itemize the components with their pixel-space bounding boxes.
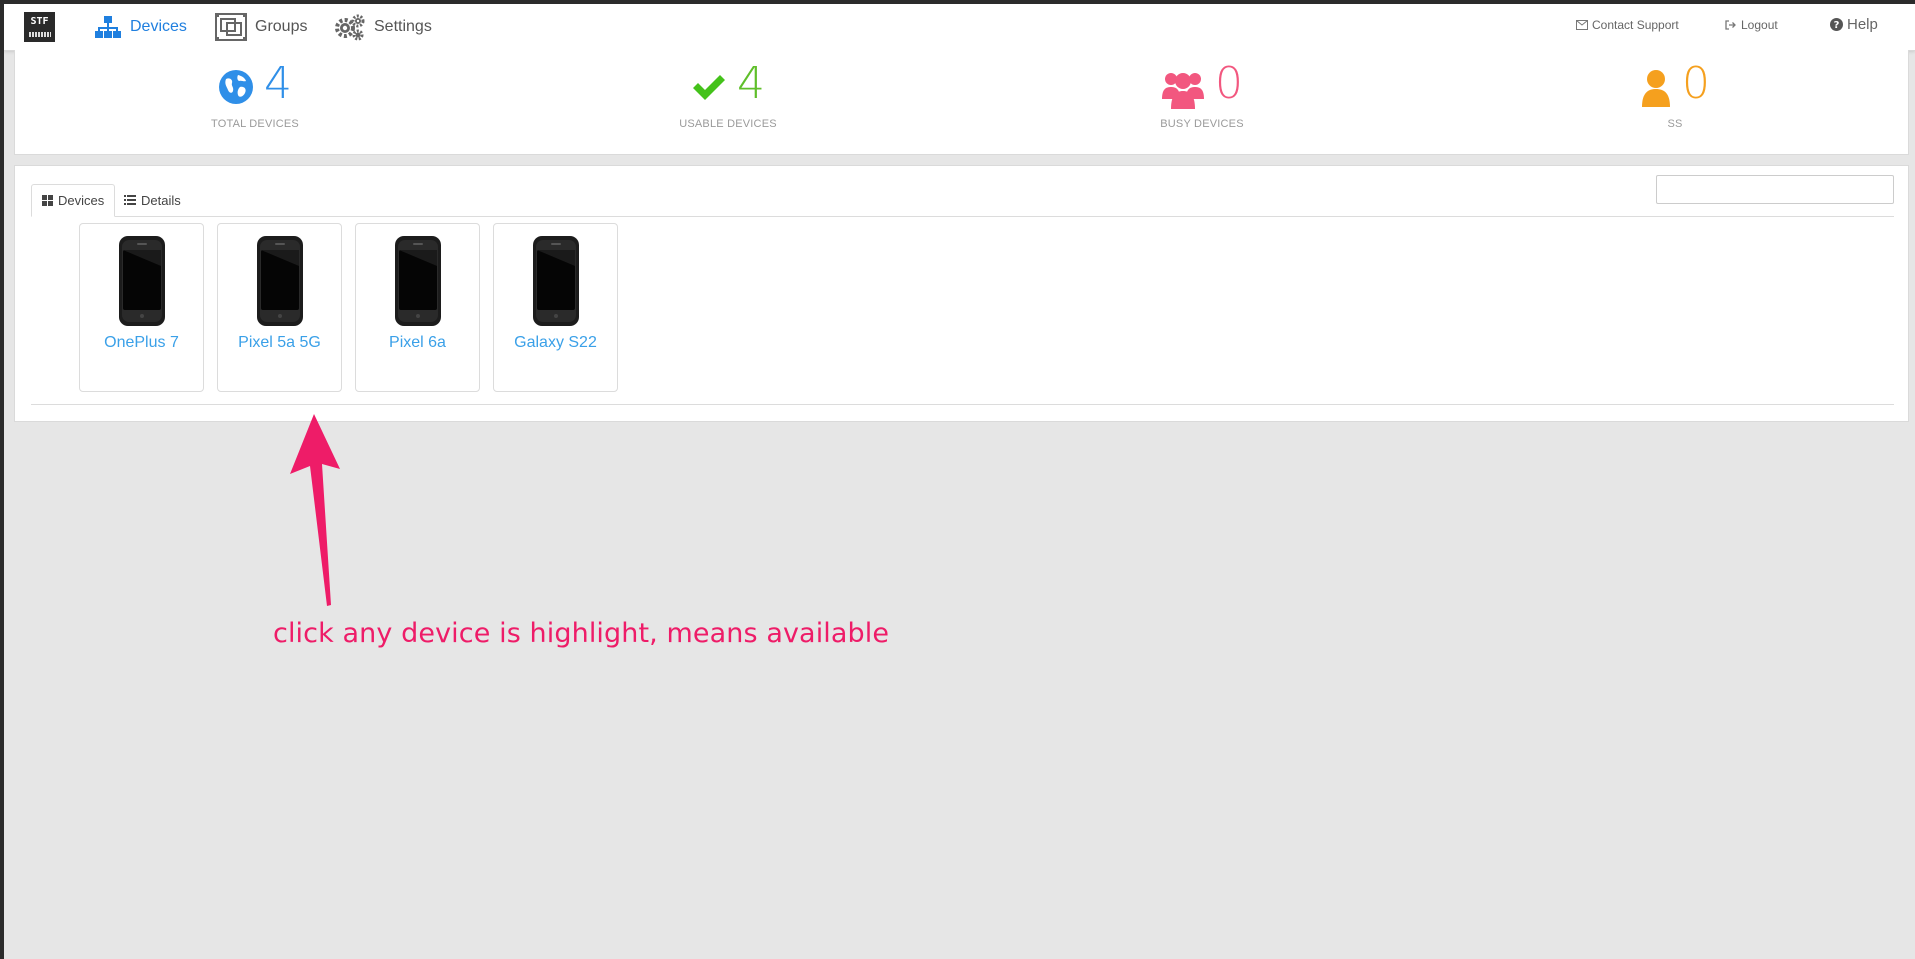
search-input[interactable] — [1656, 175, 1894, 204]
tab-details[interactable]: Details — [114, 184, 191, 216]
stf-logo[interactable]: STF — [24, 12, 55, 42]
tab-devices[interactable]: Devices — [31, 184, 116, 217]
logo-text: STF — [30, 16, 49, 27]
nav-devices-label: Devices — [130, 18, 187, 35]
stat-ss: 0 SS — [1575, 50, 1775, 130]
svg-text:?: ? — [1834, 20, 1840, 31]
stat-usable-devices: 4 USABLE DEVICES — [628, 50, 828, 131]
phone-icon — [394, 236, 441, 326]
stat-ss-value: 0 — [1682, 58, 1710, 109]
question-circle-icon: ? — [1830, 18, 1843, 31]
device-name: Galaxy S22 — [514, 334, 597, 351]
stats-panel: 4 TOTAL DEVICES 4 USABLE DEVICES 0 BUSY … — [14, 50, 1909, 155]
sign-out-icon — [1725, 20, 1736, 30]
device-name: Pixel 5a 5G — [238, 334, 321, 351]
logo-bars-icon — [28, 32, 51, 37]
device-card-oneplus-7[interactable]: OnePlus 7 — [79, 223, 204, 392]
device-card-galaxy-s22[interactable]: Galaxy S22 — [493, 223, 618, 392]
contact-support-label: Contact Support — [1592, 18, 1679, 32]
logout-label: Logout — [1741, 18, 1778, 32]
logout-link[interactable]: Logout — [1725, 18, 1778, 32]
tab-devices-label: Devices — [58, 193, 105, 208]
nav-groups-label: Groups — [255, 18, 308, 35]
panel-divider — [31, 404, 1894, 405]
stat-total-label: TOTAL DEVICES — [211, 118, 299, 130]
stat-total-devices: 4 TOTAL DEVICES — [155, 50, 355, 131]
help-label: Help — [1847, 16, 1878, 33]
sitemap-icon — [95, 16, 121, 38]
stat-busy-label: BUSY DEVICES — [1160, 118, 1244, 130]
annotation-arrow-icon — [290, 414, 340, 606]
contact-support-link[interactable]: Contact Support — [1576, 18, 1679, 32]
grid-icon — [42, 195, 53, 206]
user-icon — [1642, 70, 1670, 107]
globe-icon — [219, 70, 253, 104]
phone-icon — [532, 236, 579, 326]
nav-devices[interactable]: Devices — [94, 12, 187, 42]
device-name: OnePlus 7 — [104, 334, 179, 351]
nav-settings-label: Settings — [374, 18, 432, 35]
stat-busy-value: 0 — [1215, 58, 1243, 109]
list-icon — [124, 195, 136, 205]
stat-usable-label: USABLE DEVICES — [679, 118, 777, 130]
view-tabs: Devices Details — [31, 184, 1894, 217]
stat-usable-value: 4 — [737, 58, 765, 109]
tab-details-label: Details — [141, 192, 181, 208]
groups-icon — [215, 13, 247, 41]
phone-icon — [256, 236, 303, 326]
device-card-pixel-6a[interactable]: Pixel 6a — [355, 223, 480, 392]
annotation-text: click any device is highlight, means ava… — [273, 618, 890, 649]
stat-ss-label: SS — [1667, 118, 1683, 130]
browser-viewport: STF Devices Groups Settings Contact Supp… — [4, 4, 1915, 959]
device-name: Pixel 6a — [389, 334, 446, 351]
check-icon — [693, 75, 725, 100]
stat-busy-devices: 0 BUSY DEVICES — [1102, 50, 1302, 131]
device-card-pixel-5a-5g[interactable]: Pixel 5a 5G — [217, 223, 342, 392]
users-icon — [1162, 73, 1204, 109]
gear-icon — [335, 14, 365, 41]
nav-settings[interactable]: Settings — [334, 12, 432, 42]
top-navbar: STF Devices Groups Settings Contact Supp… — [4, 4, 1915, 51]
phone-icon — [118, 236, 165, 326]
help-link[interactable]: ? Help — [1830, 16, 1878, 33]
stat-total-value: 4 — [264, 58, 292, 109]
devices-panel: Devices Details OnePlus 7 Pixel 5a 5G Pi… — [14, 165, 1909, 422]
nav-groups[interactable]: Groups — [215, 12, 307, 42]
envelope-icon — [1576, 20, 1588, 30]
